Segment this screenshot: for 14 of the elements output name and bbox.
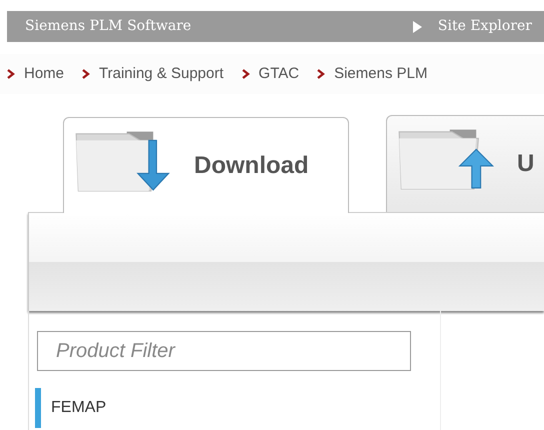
chevron-icon (317, 69, 326, 79)
tab[interactable]: U (386, 115, 544, 212)
breadcrumb-link[interactable]: Siemens PLM (317, 62, 428, 86)
caret-icon (412, 20, 422, 32)
breadcrumb-link[interactable]: GTAC (242, 62, 300, 86)
breadcrumb-link[interactable]: Home (7, 62, 64, 86)
chevron-icon (7, 69, 15, 79)
tab[interactable]: Download (63, 117, 349, 213)
chevron-icon (82, 69, 90, 79)
chevron-icon (242, 69, 250, 79)
product-filter-field[interactable]: Product Filter (37, 331, 411, 371)
product-item[interactable]: FEMAP (35, 388, 440, 428)
site-title: Siemens PLM Software (25, 17, 192, 36)
breadcrumb-link[interactable]: Training & Support (82, 62, 224, 86)
